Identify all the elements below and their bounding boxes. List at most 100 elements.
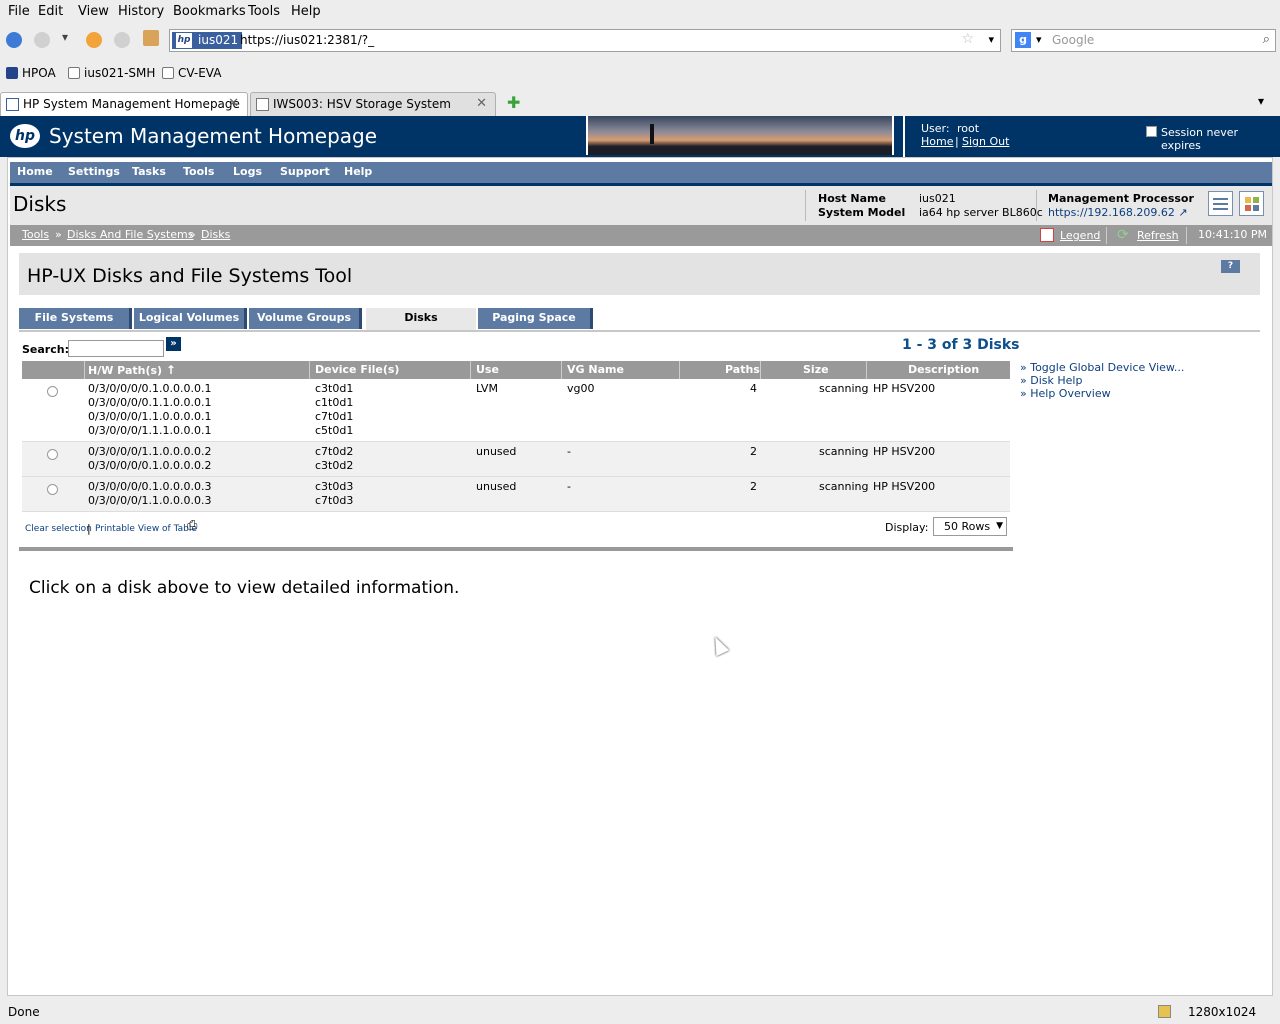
tab-volume-groups[interactable]: Volume Groups (249, 308, 362, 329)
nav-settings[interactable]: Settings (68, 165, 120, 178)
home-icon[interactable] (143, 30, 159, 46)
search-bar[interactable]: g ▾ Google ⌕ (1011, 29, 1276, 52)
row-radio[interactable] (47, 449, 58, 460)
menu-file[interactable]: File (8, 4, 30, 19)
legend-icon (1040, 228, 1054, 242)
help-overview-link[interactable]: » Help Overview (1020, 387, 1111, 400)
bookmark-hpoa[interactable]: HPOA (6, 66, 56, 80)
reload-icon[interactable] (86, 32, 102, 48)
back-icon[interactable] (6, 32, 22, 48)
tool-title-bar: HP-UX Disks and File Systems Tool ? (19, 253, 1260, 295)
new-tab-icon[interactable]: ✚ (507, 93, 520, 112)
breadcrumb-disks-fs[interactable]: Disks And File Systems (67, 228, 193, 241)
menu-view[interactable]: View (78, 4, 109, 19)
nav-tasks[interactable]: Tasks (132, 165, 166, 178)
printable-view-link[interactable]: Printable View of Table (95, 524, 197, 534)
lock-icon[interactable] (1158, 1005, 1171, 1018)
tab-hsv[interactable]: IWS003: HSV Storage System ✕ (250, 92, 496, 116)
lighthouse-icon (650, 124, 654, 144)
col-description[interactable]: Description (908, 361, 979, 379)
close-icon[interactable]: ✕ (228, 93, 239, 115)
forward-icon[interactable] (34, 32, 50, 48)
hw-path: 0/3/0/0/0/1.1.0.0.0.0.3 (88, 494, 212, 507)
col-hw-path[interactable]: H/W Path(s) ↑ (88, 361, 176, 379)
printer-icon[interactable]: ⎙ (187, 518, 197, 533)
nav-help[interactable]: Help (344, 165, 372, 178)
list-view-icon[interactable] (1208, 191, 1233, 216)
legend-link[interactable]: Legend (1060, 229, 1100, 242)
system-model: ia64 hp server BL860c (919, 206, 1043, 219)
row-radio[interactable] (47, 484, 58, 495)
vg-name: - (567, 480, 571, 493)
menu-edit[interactable]: Edit (38, 4, 63, 19)
chevron-down-icon[interactable]: ▾ (1258, 94, 1264, 108)
lighthouse-banner (586, 116, 894, 155)
nav-logs[interactable]: Logs (233, 165, 262, 178)
star-icon[interactable]: ☆ (961, 31, 974, 47)
home-link[interactable]: Home (921, 135, 953, 148)
description: HP HSV200 (873, 382, 936, 395)
breadcrumb-disks[interactable]: Disks (201, 228, 230, 241)
nav-home[interactable]: Home (17, 165, 53, 178)
hw-path: 0/3/0/0/0/0.1.1.0.0.0.1 (88, 396, 212, 409)
url-text[interactable]: https://ius021:2381/?_ (240, 33, 374, 47)
page-icon (162, 67, 174, 79)
status-bar: Done 1280x1024 (0, 1002, 1280, 1024)
chevron-down-icon[interactable]: ▾ (988, 33, 994, 46)
nav-tools[interactable]: Tools (183, 165, 214, 178)
tab-smh[interactable]: HP System Management Homepage ✕ (0, 92, 248, 116)
search-go-button[interactable]: » (166, 337, 181, 351)
grid-view-icon[interactable] (1239, 191, 1264, 216)
system-model-label: System Model (818, 206, 906, 219)
row-radio[interactable] (47, 386, 58, 397)
search-input[interactable]: Google (1052, 33, 1094, 47)
tab-underline (19, 330, 1260, 332)
disk-help-link[interactable]: » Disk Help (1020, 374, 1082, 387)
menu-bookmarks[interactable]: Bookmarks (173, 4, 246, 19)
session-checkbox[interactable] (1146, 126, 1157, 137)
help-icon[interactable]: ? (1221, 260, 1240, 273)
tab-paging-space[interactable]: Paging Space (478, 308, 593, 329)
tab-disks[interactable]: Disks (366, 308, 476, 332)
search-icon[interactable]: ⌕ (1263, 32, 1270, 47)
table-row[interactable]: 0/3/0/0/0/1.1.0.0.0.0.2 0/3/0/0/0/0.1.0.… (22, 442, 1010, 477)
search-input[interactable] (68, 340, 164, 357)
device-file: c1t0d1 (315, 396, 354, 409)
menu-help[interactable]: Help (291, 4, 321, 19)
col-device-file[interactable]: Device File(s) (315, 361, 399, 379)
refresh-link[interactable]: Refresh (1137, 229, 1179, 242)
close-icon[interactable]: ✕ (476, 93, 487, 115)
tab-file-systems[interactable]: File Systems (19, 308, 132, 329)
page-title: Disks (13, 192, 67, 216)
menu-tools[interactable]: Tools (248, 4, 280, 19)
col-vg-name[interactable]: VG Name (567, 361, 624, 379)
sign-out-link[interactable]: Sign Out (962, 135, 1009, 148)
mp-link[interactable]: https://192.168.209.62 ↗ (1048, 206, 1188, 219)
bookmark-smh[interactable]: ius021-SMH (68, 66, 155, 80)
table-row[interactable]: 0/3/0/0/0/0.1.0.0.0.0.3 0/3/0/0/0/1.1.0.… (22, 477, 1010, 512)
browser-tabs: HP System Management Homepage ✕ IWS003: … (0, 92, 1280, 116)
chevron-down-icon[interactable]: ▾ (1036, 33, 1042, 46)
url-bar[interactable]: hp ius021 https://ius021:2381/?_ ☆ ▾ (169, 29, 1001, 52)
stop-icon[interactable] (114, 32, 130, 48)
clear-selection-link[interactable]: Clear selection (25, 524, 92, 534)
size: scanning (819, 480, 869, 493)
menu-history[interactable]: History (118, 4, 164, 19)
nav-support[interactable]: Support (280, 165, 330, 178)
site-identity-badge[interactable]: hp ius021 (172, 32, 243, 49)
toggle-global-device-view-link[interactable]: » Toggle Global Device View... (1020, 361, 1184, 374)
device-file: c3t0d2 (315, 459, 354, 472)
col-use[interactable]: Use (476, 361, 499, 379)
col-size[interactable]: Size (803, 361, 829, 379)
rows-select[interactable]: 50 Rows ▼ (933, 517, 1007, 536)
bookmark-cv-eva[interactable]: CV-EVA (162, 66, 221, 80)
user-label: User: (921, 122, 950, 135)
table-row[interactable]: 0/3/0/0/0/0.1.0.0.0.0.1 0/3/0/0/0/0.1.1.… (22, 379, 1010, 442)
chevron-down-icon[interactable]: ▾ (62, 30, 68, 44)
google-icon[interactable]: g (1015, 32, 1031, 48)
col-paths[interactable]: Paths (725, 361, 760, 379)
breadcrumb-tools[interactable]: Tools (22, 228, 49, 241)
breadcrumb: Tools » Disks And File Systems » Disks L… (10, 225, 1272, 246)
tab-logical-volumes[interactable]: Logical Volumes (134, 308, 247, 329)
display-label: Display: (885, 521, 929, 534)
